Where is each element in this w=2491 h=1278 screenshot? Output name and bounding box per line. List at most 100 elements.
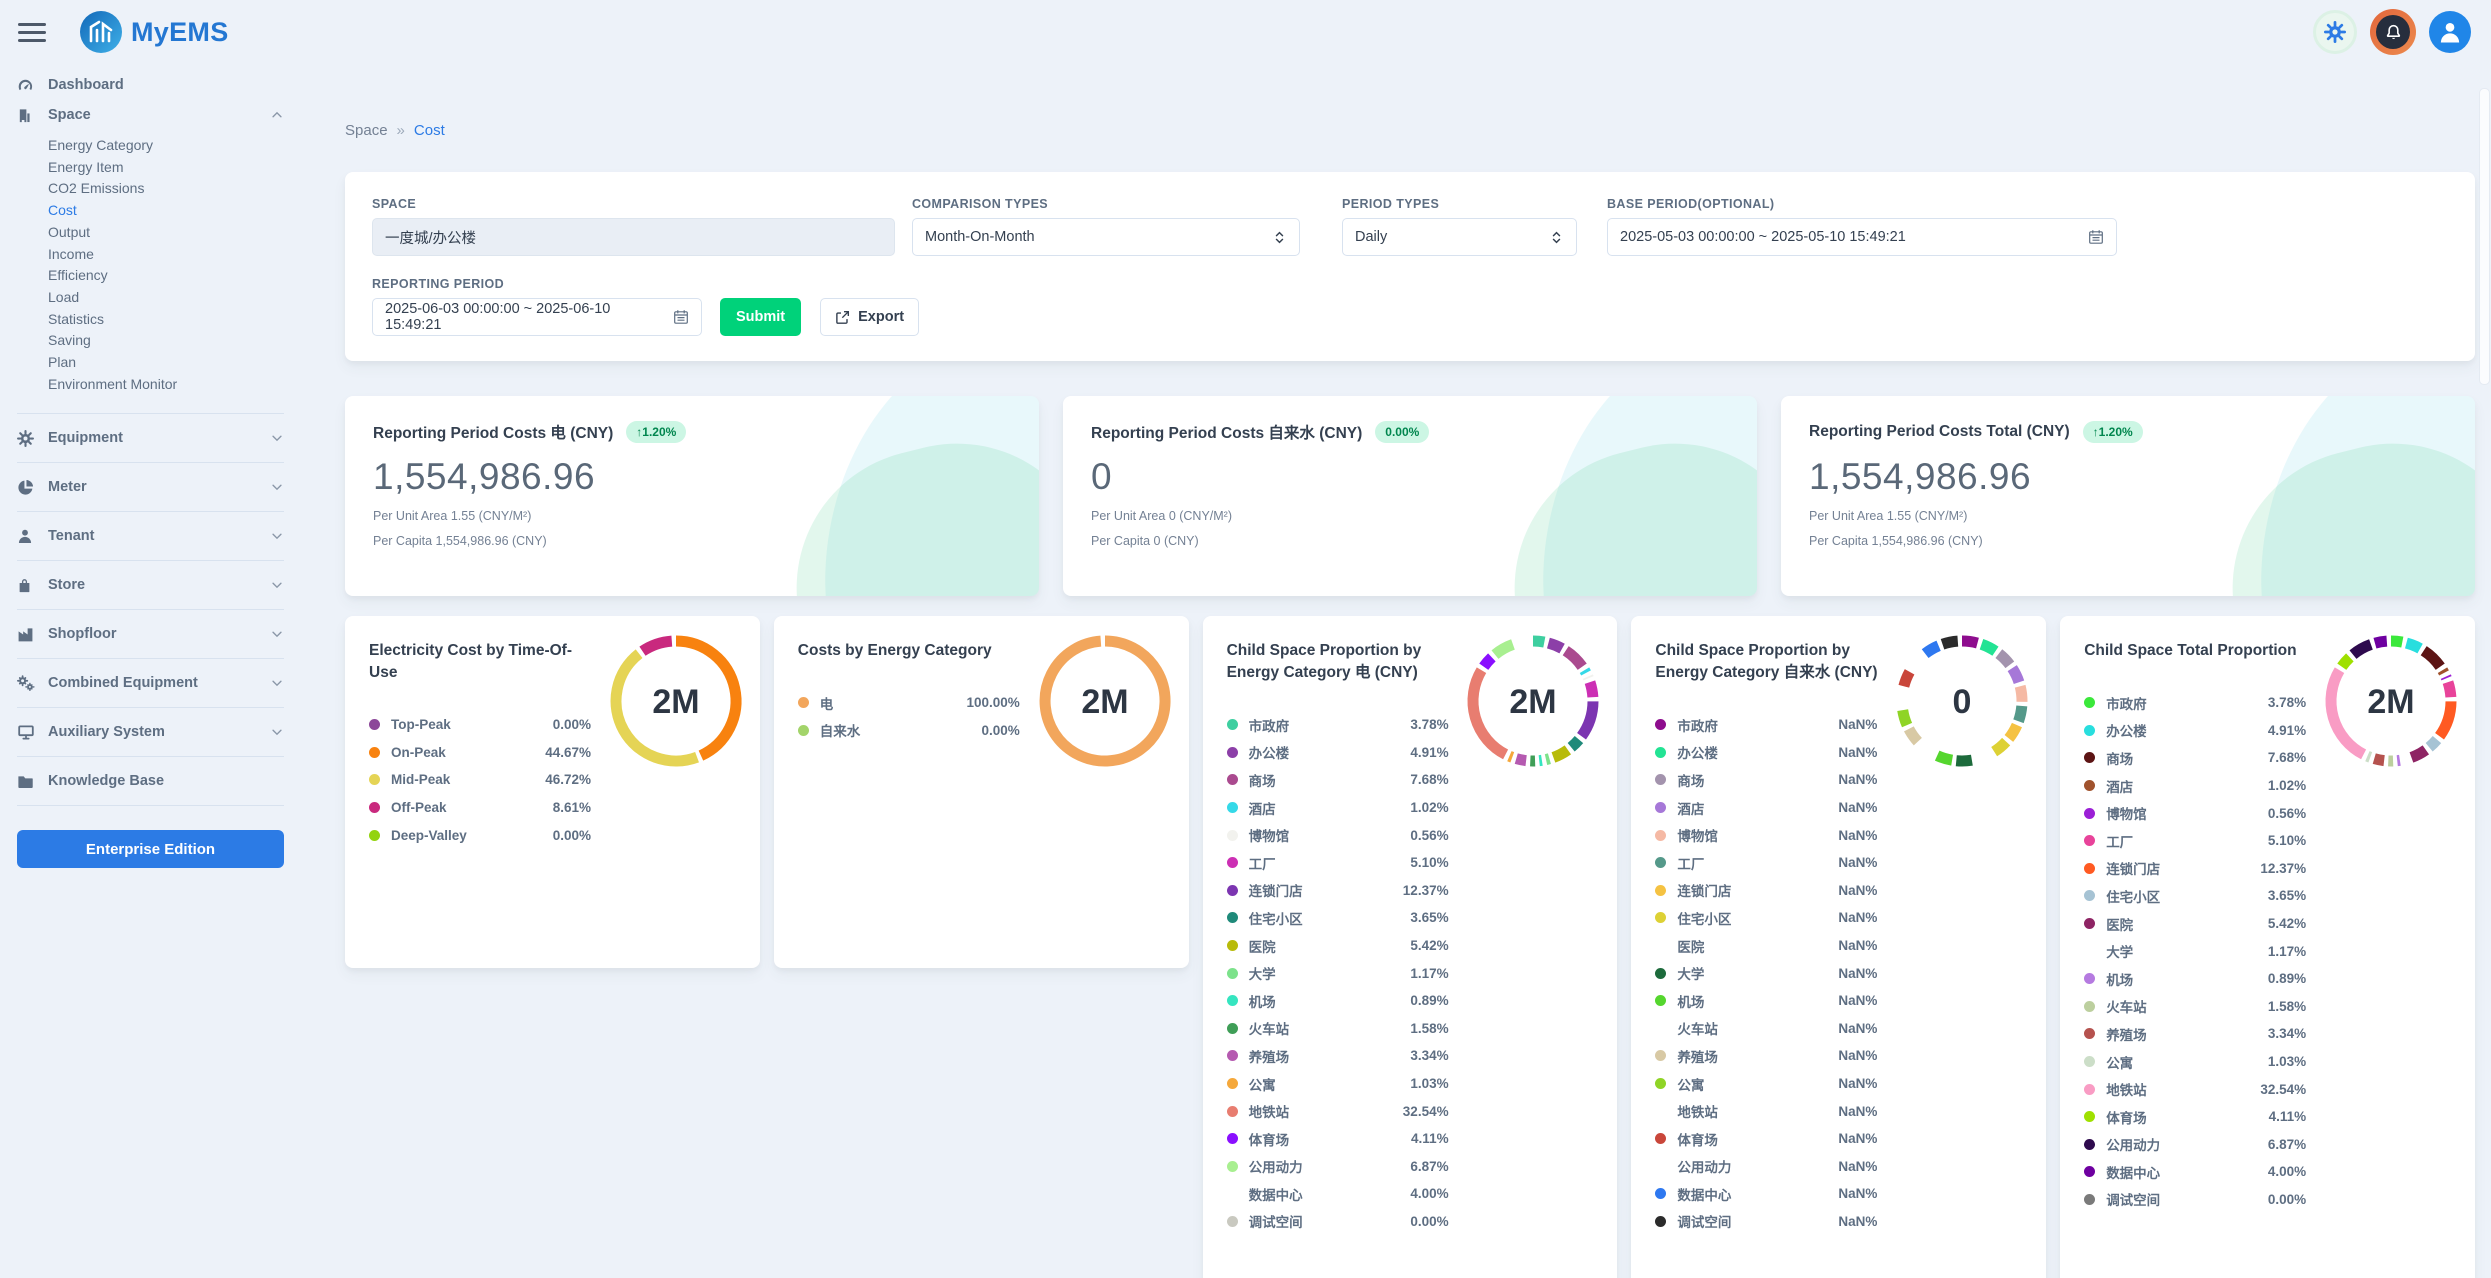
legend-item[interactable]: 住宅小区NaN% [1655, 904, 1877, 932]
legend-item[interactable]: 住宅小区3.65% [2084, 882, 2306, 910]
legend-item[interactable]: 公用动力NaN% [1655, 1153, 1877, 1181]
legend-item[interactable]: 市政府3.78% [2084, 689, 2306, 717]
legend-item[interactable]: 养殖场3.34% [2084, 1020, 2306, 1048]
legend-item[interactable]: 公寓NaN% [1655, 1070, 1877, 1098]
comparison-types-select[interactable]: Month-On-Month [912, 218, 1300, 256]
legend-item[interactable]: 养殖场3.34% [1227, 1042, 1449, 1070]
sidebar-item-tenant[interactable]: Tenant [17, 521, 284, 551]
calendar-icon[interactable] [2088, 229, 2104, 245]
sidebar-item-statistics[interactable]: Statistics [48, 309, 284, 331]
sidebar-item-load[interactable]: Load [48, 287, 284, 309]
legend-item[interactable]: 数据中心4.00% [1227, 1180, 1449, 1208]
sidebar-item-environment-monitor[interactable]: Environment Monitor [48, 374, 284, 396]
sidebar-item-cost[interactable]: Cost [48, 200, 284, 222]
legend-item[interactable]: 商场NaN% [1655, 766, 1877, 794]
legend-item[interactable]: 公寓1.03% [1227, 1070, 1449, 1098]
page-scrollbar[interactable] [2479, 88, 2490, 385]
legend-item[interactable]: 机场0.89% [2084, 965, 2306, 993]
legend-item[interactable]: 公用动力6.87% [1227, 1153, 1449, 1181]
sidebar-item-output[interactable]: Output [48, 222, 284, 244]
legend-item[interactable]: 连锁门店12.37% [2084, 855, 2306, 883]
period-types-select[interactable]: Daily [1342, 218, 1577, 256]
legend-item[interactable]: 自来水0.00% [798, 717, 1020, 745]
legend-item[interactable]: 机场0.89% [1227, 987, 1449, 1015]
reporting-period-input[interactable]: 2025-06-03 00:00:00 ~ 2025-06-10 15:49:2… [372, 298, 702, 336]
legend-item[interactable]: 公寓1.03% [2084, 1048, 2306, 1076]
legend-item[interactable]: 住宅小区3.65% [1227, 904, 1449, 932]
legend-item[interactable]: 酒店1.02% [2084, 772, 2306, 800]
user-account-button[interactable] [2429, 11, 2471, 53]
legend-item[interactable]: 调试空间NaN% [1655, 1208, 1877, 1236]
legend-item[interactable]: 工厂5.10% [1227, 849, 1449, 877]
breadcrumb-space[interactable]: Space [345, 122, 388, 139]
sidebar-item-energy-item[interactable]: Energy Item [48, 157, 284, 179]
base-period-input[interactable]: 2025-05-03 00:00:00 ~ 2025-05-10 15:49:2… [1607, 218, 2117, 256]
legend-item[interactable]: 大学1.17% [2084, 937, 2306, 965]
legend-item[interactable]: 博物馆NaN% [1655, 821, 1877, 849]
legend-item[interactable]: 商场7.68% [1227, 766, 1449, 794]
sidebar-item-space[interactable]: Space [17, 100, 284, 130]
sidebar-item-knowledge-base[interactable]: Knowledge Base [17, 766, 284, 796]
myems-logo[interactable]: MyEMS [80, 11, 229, 53]
legend-item[interactable]: 体育场4.11% [2084, 1103, 2306, 1131]
legend-item[interactable]: 电100.00% [798, 689, 1020, 717]
legend-item[interactable]: 商场7.68% [2084, 744, 2306, 772]
legend-item[interactable]: 地铁站32.54% [1227, 1097, 1449, 1125]
legend-item[interactable]: 办公楼4.91% [1227, 739, 1449, 767]
submit-button[interactable]: Submit [720, 298, 801, 336]
legend-item[interactable]: 地铁站32.54% [2084, 1075, 2306, 1103]
legend-item[interactable]: Top-Peak0.00% [369, 711, 591, 739]
calendar-icon[interactable] [673, 309, 689, 325]
legend-item[interactable]: 博物馆0.56% [2084, 799, 2306, 827]
legend-item[interactable]: 体育场NaN% [1655, 1125, 1877, 1153]
sidebar-item-saving[interactable]: Saving [48, 330, 284, 352]
legend-item[interactable]: Off-Peak8.61% [369, 794, 591, 822]
sidebar-item-meter[interactable]: Meter [17, 472, 284, 502]
legend-item[interactable]: 医院5.42% [2084, 910, 2306, 938]
sidebar-item-equipment[interactable]: Equipment [17, 423, 284, 453]
legend-item[interactable]: 办公楼4.91% [2084, 717, 2306, 745]
legend-item[interactable]: 医院NaN% [1655, 932, 1877, 960]
sidebar-item-income[interactable]: Income [48, 244, 284, 266]
sidebar-item-auxiliary-system[interactable]: Auxiliary System [17, 717, 284, 747]
legend-item[interactable]: 市政府NaN% [1655, 711, 1877, 739]
legend-item[interactable]: 酒店1.02% [1227, 794, 1449, 822]
legend-item[interactable]: 连锁门店NaN% [1655, 877, 1877, 905]
legend-item[interactable]: 养殖场NaN% [1655, 1042, 1877, 1070]
export-button[interactable]: Export [820, 298, 919, 336]
legend-item[interactable]: 火车站1.58% [2084, 993, 2306, 1021]
sidebar-item-shopfloor[interactable]: Shopfloor [17, 619, 284, 649]
legend-item[interactable]: 医院5.42% [1227, 932, 1449, 960]
legend-item[interactable]: 公用动力6.87% [2084, 1131, 2306, 1159]
sidebar-item-co2-emissions[interactable]: CO2 Emissions [48, 178, 284, 200]
settings-button[interactable] [2313, 10, 2357, 54]
legend-item[interactable]: 火车站NaN% [1655, 1015, 1877, 1043]
legend-item[interactable]: On-Peak44.67% [369, 739, 591, 767]
legend-item[interactable]: 工厂5.10% [2084, 827, 2306, 855]
hamburger-menu-icon[interactable] [18, 18, 48, 47]
legend-item[interactable]: 工厂NaN% [1655, 849, 1877, 877]
legend-item[interactable]: 调试空间0.00% [1227, 1208, 1449, 1236]
legend-item[interactable]: Mid-Peak46.72% [369, 766, 591, 794]
legend-item[interactable]: 酒店NaN% [1655, 794, 1877, 822]
legend-item[interactable]: Deep-Valley0.00% [369, 821, 591, 849]
legend-item[interactable]: 地铁站NaN% [1655, 1097, 1877, 1125]
legend-item[interactable]: 数据中心4.00% [2084, 1158, 2306, 1186]
legend-item[interactable]: 机场NaN% [1655, 987, 1877, 1015]
sidebar-item-energy-category[interactable]: Energy Category [48, 135, 284, 157]
sidebar-item-efficiency[interactable]: Efficiency [48, 265, 284, 287]
legend-item[interactable]: 博物馆0.56% [1227, 821, 1449, 849]
legend-item[interactable]: 数据中心NaN% [1655, 1180, 1877, 1208]
space-input[interactable]: 一度城/办公楼 [372, 218, 895, 256]
legend-item[interactable]: 体育场4.11% [1227, 1125, 1449, 1153]
sidebar-item-store[interactable]: Store [17, 570, 284, 600]
legend-item[interactable]: 调试空间0.00% [2084, 1186, 2306, 1214]
enterprise-edition-button[interactable]: Enterprise Edition [17, 830, 284, 868]
sidebar-item-plan[interactable]: Plan [48, 352, 284, 374]
legend-item[interactable]: 大学NaN% [1655, 959, 1877, 987]
legend-item[interactable]: 办公楼NaN% [1655, 739, 1877, 767]
breadcrumb-cost[interactable]: Cost [414, 122, 445, 139]
sidebar-item-dashboard[interactable]: Dashboard [17, 70, 284, 100]
legend-item[interactable]: 市政府3.78% [1227, 711, 1449, 739]
legend-item[interactable]: 火车站1.58% [1227, 1015, 1449, 1043]
